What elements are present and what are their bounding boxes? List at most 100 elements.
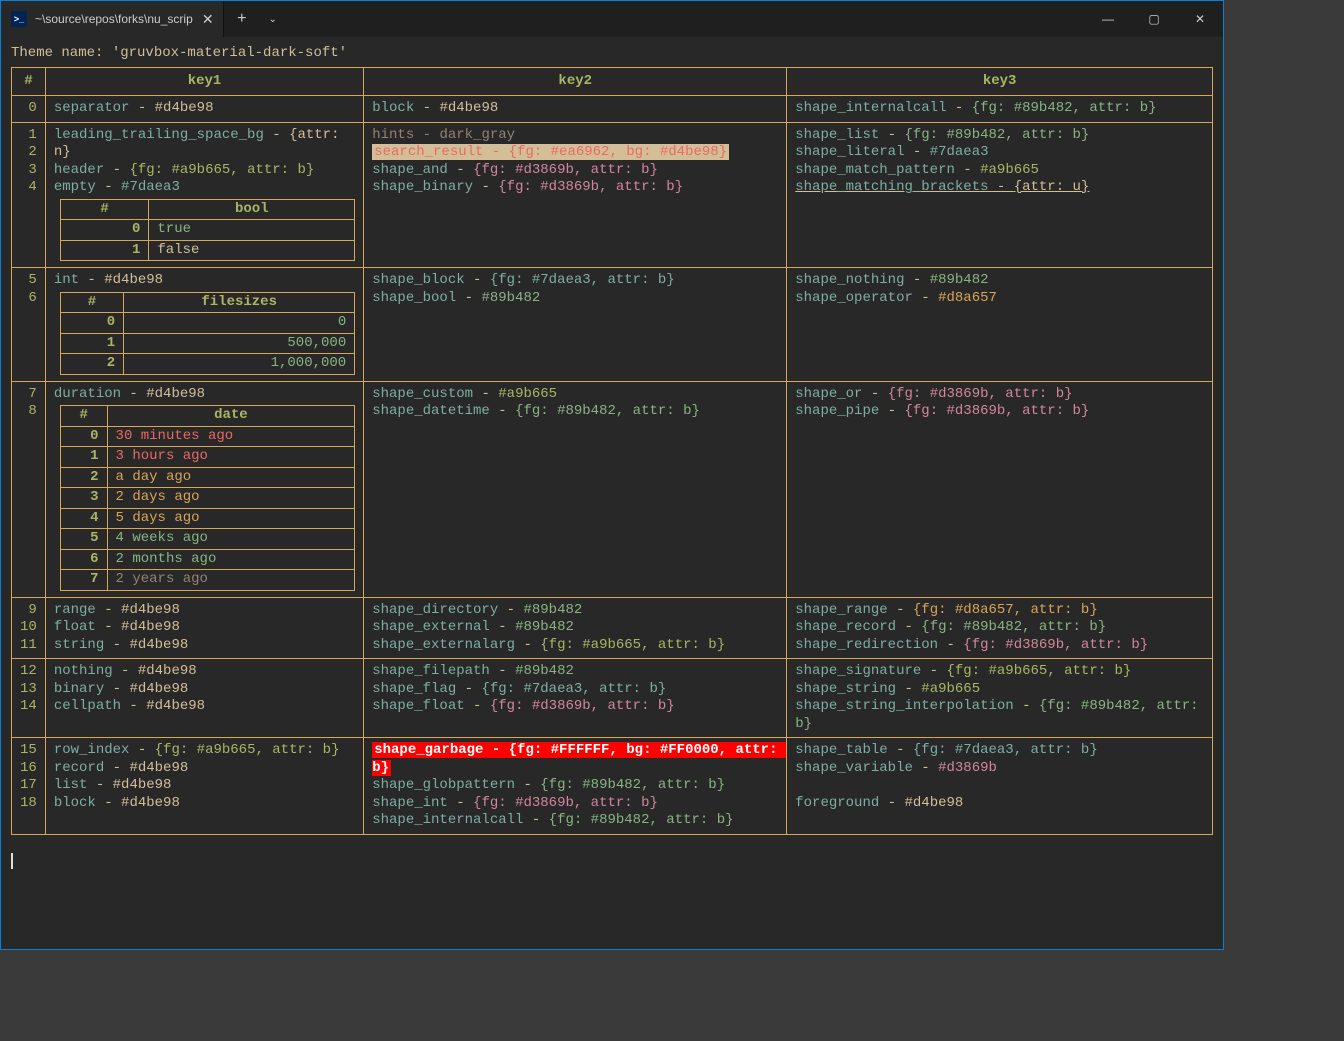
theme-entry: header - {fg: #a9b665, attr: b} — [54, 162, 355, 180]
inner-table-filesizes: #filesizes001500,00021,000,000 — [60, 292, 355, 375]
theme-entry: shape_redirection - {fg: #d3869b, attr: … — [795, 637, 1204, 655]
cell-k2: shape_block - {fg: #7daea3, attr: b}shap… — [364, 268, 787, 382]
theme-entry: nothing - #d4be98 — [54, 663, 355, 681]
theme-entry: duration - #d4be98 — [54, 386, 355, 404]
inner-row: 32 days ago — [60, 488, 354, 509]
maximize-button[interactable]: ▢ — [1131, 1, 1177, 37]
theme-entry: shape_or - {fg: #d3869b, attr: b} — [795, 386, 1204, 404]
inner-table-bool: #bool0true1false — [60, 199, 355, 262]
theme-entry: shape_directory - #89b482 — [372, 602, 778, 620]
cell-k2: shape_filepath - #89b482shape_flag - {fg… — [364, 659, 787, 738]
cell-k3: shape_range - {fg: #d8a657, attr: b}shap… — [787, 597, 1213, 659]
row-index: 7 8 — [12, 381, 46, 597]
cell-k1: leading_trailing_space_bg - {attr: n}hea… — [45, 122, 363, 268]
prompt-line[interactable] — [11, 853, 1213, 875]
cell-k3: shape_or - {fg: #d3869b, attr: b}shape_p… — [787, 381, 1213, 597]
terminal-tab[interactable]: >_ ~\source\repos\forks\nu_scrip ✕ — [1, 1, 224, 37]
table-row: 12 13 14nothing - #d4be98binary - #d4be9… — [12, 659, 1213, 738]
inner-row: 1500,000 — [60, 333, 354, 354]
theme-entry: row_index - {fg: #a9b665, attr: b} — [54, 742, 355, 760]
cell-k3: shape_signature - {fg: #a9b665, attr: b}… — [787, 659, 1213, 738]
tab-dropdown-icon[interactable]: ⌄ — [260, 1, 286, 37]
cell-k3: shape_table - {fg: #7daea3, attr: b}shap… — [787, 738, 1213, 835]
theme-entry: string - #d4be98 — [54, 637, 355, 655]
terminal-window: >_ ~\source\repos\forks\nu_scrip ✕ + ⌄ —… — [0, 0, 1224, 950]
theme-entry: shape_string_interpolation - {fg: #89b48… — [795, 698, 1204, 733]
cell-k1: nothing - #d4be98binary - #d4be98cellpat… — [45, 659, 363, 738]
row-index: 12 13 14 — [12, 659, 46, 738]
minimize-button[interactable]: — — [1085, 1, 1131, 37]
search-result-line: search_result - {fg: #ea6962, bg: #d4be9… — [372, 144, 729, 160]
cell-k3: shape_nothing - #89b482shape_operator - … — [787, 268, 1213, 382]
theme-entry: separator - #d4be98 — [54, 100, 355, 118]
table-row: 7 8duration - #d4be98#date030 minutes ag… — [12, 381, 1213, 597]
inner-table-date: #date030 minutes ago13 hours ago2a day a… — [60, 405, 355, 591]
inner-row: 45 days ago — [60, 508, 354, 529]
table-row: 1 2 3 4leading_trailing_space_bg - {attr… — [12, 122, 1213, 268]
shape-garbage-line: shape_garbage - {fg: #FFFFFF, bg: #FF000… — [372, 742, 786, 776]
theme-entry: shape_signature - {fg: #a9b665, attr: b} — [795, 663, 1204, 681]
cell-k3: shape_internalcall - {fg: #89b482, attr:… — [787, 96, 1213, 123]
theme-entry: shape_nothing - #89b482 — [795, 272, 1204, 290]
header-key1: key1 — [45, 67, 363, 96]
inner-row: 62 months ago — [60, 549, 354, 570]
theme-entry: shape_variable - #d3869b — [795, 760, 1204, 778]
header-key3: key3 — [787, 67, 1213, 96]
theme-entry: block - #d4be98 — [54, 795, 355, 813]
theme-entry: shape_and - {fg: #d3869b, attr: b} — [372, 162, 778, 180]
theme-entry: shape_int - {fg: #d3869b, attr: b} — [372, 795, 778, 813]
inner-row: 54 weeks ago — [60, 529, 354, 550]
row-index: 5 6 — [12, 268, 46, 382]
table-row: 15 16 17 18row_index - {fg: #a9b665, att… — [12, 738, 1213, 835]
titlebar-drag-area[interactable] — [286, 1, 1085, 37]
row-index: 1 2 3 4 — [12, 122, 46, 268]
cell-k3: shape_list - {fg: #89b482, attr: b}shape… — [787, 122, 1213, 268]
theme-entry: shape_literal - #7daea3 — [795, 144, 1204, 162]
theme-entry: shape_globpattern - {fg: #89b482, attr: … — [372, 777, 778, 795]
cell-k2: shape_garbage - {fg: #FFFFFF, bg: #FF000… — [364, 738, 787, 835]
inner-row: 030 minutes ago — [60, 426, 354, 447]
theme-entry: shape_record - {fg: #89b482, attr: b} — [795, 619, 1204, 637]
new-tab-button[interactable]: + — [224, 1, 260, 37]
cell-k2: shape_directory - #89b482shape_external … — [364, 597, 787, 659]
theme-table: # key1 key2 key3 0separator - #d4be98blo… — [11, 67, 1213, 835]
theme-entry: float - #d4be98 — [54, 619, 355, 637]
cell-k1: duration - #d4be98#date030 minutes ago13… — [45, 381, 363, 597]
theme-entry: list - #d4be98 — [54, 777, 355, 795]
header-key2: key2 — [364, 67, 787, 96]
theme-entry: shape_float - {fg: #d3869b, attr: b} — [372, 698, 778, 716]
inner-row: 21,000,000 — [60, 354, 354, 375]
theme-entry: shape_string - #a9b665 — [795, 681, 1204, 699]
theme-entry: shape_pipe - {fg: #d3869b, attr: b} — [795, 403, 1204, 421]
table-row: 9 10 11range - #d4be98float - #d4be98str… — [12, 597, 1213, 659]
theme-entry: shape_external - #89b482 — [372, 619, 778, 637]
theme-entry: block - #d4be98 — [372, 100, 778, 118]
table-row: 5 6int - #d4be98#filesizes001500,00021,0… — [12, 268, 1213, 382]
titlebar: >_ ~\source\repos\forks\nu_scrip ✕ + ⌄ —… — [1, 1, 1223, 37]
inner-row: 00 — [60, 313, 354, 334]
table-header-row: # key1 key2 key3 — [12, 67, 1213, 96]
theme-entry: foreground - #d4be98 — [795, 795, 1204, 813]
close-button[interactable]: ✕ — [1177, 1, 1223, 37]
cell-k1: row_index - {fg: #a9b665, attr: b}record… — [45, 738, 363, 835]
theme-entry: shape_internalcall - {fg: #89b482, attr:… — [372, 812, 778, 830]
inner-row: 2a day ago — [60, 467, 354, 488]
cell-k1: range - #d4be98float - #d4be98string - #… — [45, 597, 363, 659]
tab-close-icon[interactable]: ✕ — [201, 11, 215, 28]
theme-entry: shape_block - {fg: #7daea3, attr: b} — [372, 272, 778, 290]
inner-row: 72 years ago — [60, 570, 354, 591]
theme-entry: shape_datetime - {fg: #89b482, attr: b} — [372, 403, 778, 421]
terminal-body[interactable]: Theme name: 'gruvbox-material-dark-soft'… — [1, 37, 1223, 949]
theme-entry: shape_table - {fg: #7daea3, attr: b} — [795, 742, 1204, 760]
theme-entry: shape_bool - #89b482 — [372, 290, 778, 308]
theme-entry: record - #d4be98 — [54, 760, 355, 778]
theme-entry: shape_custom - #a9b665 — [372, 386, 778, 404]
theme-entry: shape_filepath - #89b482 — [372, 663, 778, 681]
theme-entry: shape_list - {fg: #89b482, attr: b} — [795, 127, 1204, 145]
inner-row: 1false — [60, 240, 354, 261]
cursor — [11, 853, 13, 869]
theme-entry: binary - #d4be98 — [54, 681, 355, 699]
theme-name-line: Theme name: 'gruvbox-material-dark-soft' — [11, 45, 1213, 63]
cell-k1: int - #d4be98#filesizes001500,00021,000,… — [45, 268, 363, 382]
theme-entry: shape_operator - #d8a657 — [795, 290, 1204, 308]
